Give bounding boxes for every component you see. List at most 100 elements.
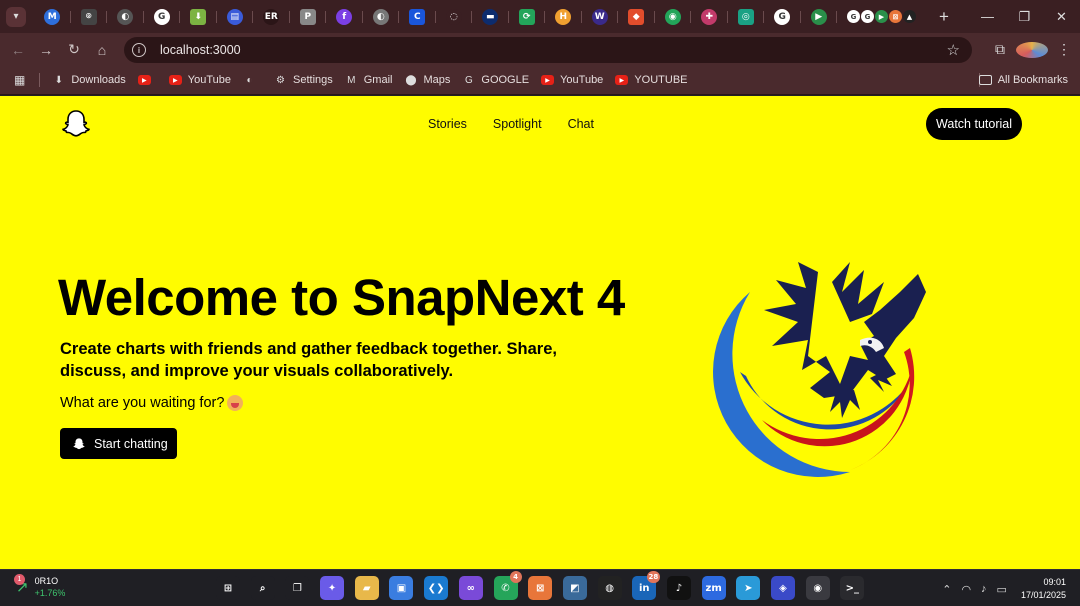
tab-search-button[interactable]: ▾ — [6, 6, 26, 27]
browser-tab[interactable]: P — [290, 4, 327, 30]
nav-link-spotlight[interactable]: Spotlight — [493, 117, 542, 131]
menu-icon[interactable]: ⋮ — [1048, 41, 1080, 58]
tab-group[interactable]: G G ▶ ⊠ ▲ — [847, 10, 917, 23]
app-glyph: ▣ — [396, 582, 407, 594]
browser-tab[interactable]: G — [144, 4, 181, 30]
mysql-workbench-icon[interactable]: ◩ — [562, 576, 587, 600]
snapchat-ghost-logo[interactable] — [60, 108, 92, 140]
printer-icon: ▤ — [226, 8, 243, 25]
github-icon[interactable]: ◍ — [597, 576, 622, 600]
browser-tab[interactable]: W — [582, 4, 619, 30]
bookmark-item[interactable]: ⬇ Downloads — [52, 74, 126, 86]
bookmark-item[interactable]: G GOOGLE — [462, 74, 529, 86]
app-icon[interactable]: ◈ — [771, 576, 795, 600]
linkedin-icon[interactable]: in 28 — [632, 571, 661, 600]
forward-button[interactable]: → — [32, 36, 60, 64]
browser-tab[interactable]: ER — [253, 4, 290, 30]
minimize-button[interactable]: — — [969, 0, 1006, 33]
eagle-emblem-image — [713, 262, 926, 477]
clock-date: 17/01/2025 — [1020, 590, 1066, 600]
tab-group-favicon-icon: ⊠ — [889, 10, 902, 23]
bookmark-label: YouTube — [187, 74, 231, 86]
store-icon[interactable]: ▣ — [389, 576, 414, 600]
chrome-icon[interactable]: ◉ — [805, 576, 830, 600]
browser-tab[interactable]: H — [545, 4, 582, 30]
volume-icon[interactable]: ♪ — [981, 583, 987, 595]
tab-group-favicon-icon: G — [847, 10, 860, 23]
er-icon: ER — [263, 8, 280, 25]
restore-button[interactable]: ❐ — [1006, 0, 1043, 33]
browser-tab[interactable]: ◐ — [107, 4, 144, 30]
task-view-icon[interactable]: ❐ — [285, 576, 310, 600]
telegram-icon[interactable]: ➤ — [736, 576, 761, 600]
browser-tab[interactable]: ◌ — [436, 4, 473, 30]
browser-tab[interactable]: G — [764, 4, 801, 30]
bookmark-item[interactable]: ◐ — [243, 75, 262, 86]
browser-tab[interactable]: ▬ — [472, 4, 509, 30]
browser-tab[interactable]: ◐ — [363, 4, 400, 30]
back-button[interactable]: ← — [4, 36, 32, 64]
chevron-up-icon[interactable]: ⌃ — [942, 583, 951, 596]
tiktok-icon[interactable]: ♪ — [666, 576, 691, 600]
bookmark-star-icon[interactable]: ☆ — [947, 41, 960, 59]
apps-grid-icon[interactable]: ▦ — [14, 73, 25, 87]
zoom-icon[interactable]: zm — [701, 576, 726, 600]
app-glyph: ◉ — [813, 582, 823, 594]
browser-tab[interactable]: C — [399, 4, 436, 30]
terminal-icon[interactable]: >_ — [840, 576, 865, 600]
vscode-icon[interactable]: ❮❯ — [424, 576, 449, 600]
bookmark-item[interactable]: ▶ YouTube — [168, 74, 231, 86]
bookmark-item[interactable]: ⚙ Settings — [274, 74, 333, 86]
stock-widget[interactable]: ↗ 1 0R1O +1.76% — [14, 574, 65, 599]
headset-icon: ◉ — [664, 8, 681, 25]
profile-avatar[interactable] — [1016, 41, 1048, 58]
home-button[interactable]: ⌂ — [88, 36, 116, 64]
clock[interactable]: 09:01 17/01/2025 — [1021, 576, 1066, 602]
bookmark-item[interactable]: ⬤ Maps — [404, 74, 450, 86]
bookmark-label: Settings — [293, 74, 333, 86]
site-info-icon[interactable]: i — [132, 43, 146, 57]
windows-icon[interactable]: ⊞ — [216, 576, 240, 600]
search-icon[interactable]: ⌕ — [250, 576, 275, 600]
browser-tab[interactable]: ◉ — [655, 4, 692, 30]
visual-studio-icon[interactable]: ∞ — [458, 576, 483, 600]
browser-tab[interactable]: ✚ — [691, 4, 728, 30]
browser-tab[interactable]: M — [34, 4, 71, 30]
extensions-icon[interactable]: ⧉ — [984, 41, 1016, 58]
file-explorer-icon[interactable]: ▰ — [354, 576, 379, 600]
browser-tab[interactable]: ◎ — [728, 4, 765, 30]
browser-tab[interactable]: f — [326, 4, 363, 30]
close-window-button[interactable]: ✕ — [1043, 0, 1080, 33]
start-chatting-button[interactable]: Start chatting — [60, 428, 177, 459]
openai-icon: ⌾ — [80, 8, 97, 25]
reload-button[interactable]: ↻ — [60, 36, 88, 64]
new-tab-button[interactable]: + — [939, 7, 949, 27]
whatsapp-icon[interactable]: ✆ 4 — [493, 571, 522, 600]
divider — [39, 73, 41, 87]
nav-link-chat[interactable]: Chat — [568, 117, 594, 131]
nav-link-stories[interactable]: Stories — [428, 117, 467, 131]
watch-tutorial-button[interactable]: Watch tutorial — [926, 108, 1022, 140]
copilot-icon[interactable]: ✦ — [320, 576, 345, 600]
browser-tab[interactable]: ◆ — [618, 4, 655, 30]
browser-tab[interactable]: ⬇ — [180, 4, 217, 30]
address-bar[interactable]: i localhost:3000 ☆ — [124, 37, 972, 63]
bookmark-item[interactable]: M Gmail — [345, 74, 392, 86]
browser-tab[interactable]: ⌾ — [71, 4, 108, 30]
slack-icon: ✚ — [701, 8, 718, 25]
hero-title: Welcome to SnapNext 4 — [58, 269, 625, 326]
url-text[interactable]: localhost:3000 — [160, 43, 241, 57]
download-icon: ⬇ — [54, 74, 64, 86]
browser-tab[interactable]: ⟳ — [509, 4, 546, 30]
battery-icon[interactable]: ▭ — [997, 583, 1007, 596]
browser-tab[interactable]: ▶ — [801, 4, 838, 30]
xampp-icon[interactable]: ⊠ — [528, 576, 553, 600]
app-glyph: ▰ — [362, 582, 371, 594]
bookmark-item[interactable]: ▶ YouTube — [541, 74, 603, 86]
wifi-icon[interactable]: ◠ — [961, 583, 971, 596]
bookmark-item[interactable]: ▶ YOUTUBE — [615, 74, 688, 86]
youtube-icon: ▶ — [168, 75, 182, 85]
browser-tab[interactable]: ▤ — [217, 4, 254, 30]
bookmark-item[interactable]: ▶ — [137, 75, 157, 85]
all-bookmarks-button[interactable]: All Bookmarks — [978, 74, 1068, 86]
